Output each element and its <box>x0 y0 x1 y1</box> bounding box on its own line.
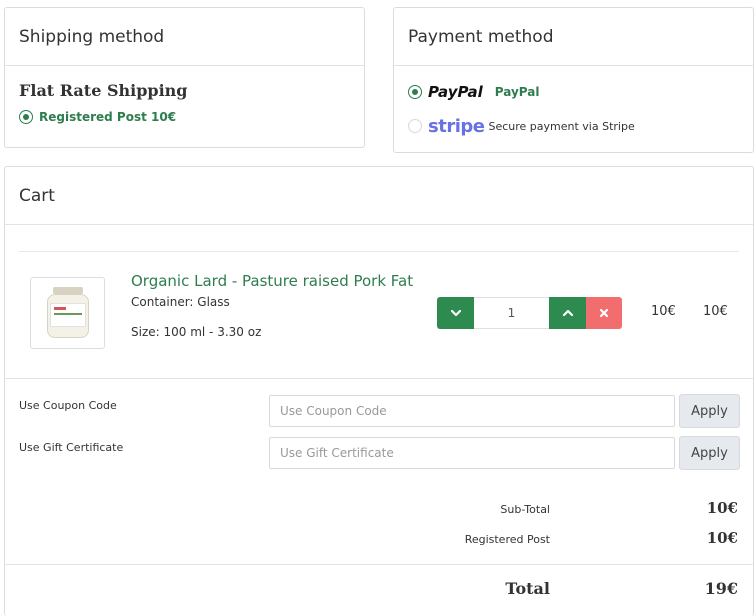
shipping-option-registered-post[interactable]: Registered Post 10€ <box>19 110 350 124</box>
product-size-option: Size: 100 ml - 3.30 oz <box>131 325 262 339</box>
payment-method-panel: Payment method PayPal PayPal stripe Secu… <box>393 7 754 153</box>
product-thumbnail[interactable] <box>30 277 105 349</box>
shipping-method-name: Flat Rate Shipping <box>19 81 188 100</box>
quantity-input[interactable]: 1 <box>474 297 549 329</box>
subtotal-label: Sub-Total <box>500 503 550 516</box>
total-value: 19€ <box>704 579 738 598</box>
coupon-code-label: Use Coupon Code <box>19 399 117 412</box>
increase-quantity-button[interactable] <box>549 297 586 329</box>
gift-certificate-label: Use Gift Certificate <box>19 441 124 454</box>
decrease-quantity-button[interactable] <box>437 297 474 329</box>
chevron-down-icon <box>450 309 461 317</box>
divider <box>5 564 753 565</box>
paypal-label: PayPal <box>494 85 540 99</box>
quantity-stepper: 1 <box>437 297 622 329</box>
chevron-up-icon <box>562 309 573 317</box>
paypal-logo: PayPal <box>428 83 483 101</box>
radio-selected-icon[interactable] <box>19 110 33 124</box>
payment-method-title: Payment method <box>394 8 753 66</box>
divider <box>5 378 753 379</box>
apply-gift-certificate-button[interactable]: Apply <box>679 436 740 470</box>
lard-jar-image <box>45 285 91 341</box>
total-label: Total <box>505 579 550 598</box>
coupon-code-input[interactable]: Use Coupon Code <box>269 395 675 427</box>
close-icon <box>599 308 609 318</box>
line-total-price: 10€ <box>703 304 728 319</box>
gift-certificate-input[interactable]: Use Gift Certificate <box>269 437 675 469</box>
radio-unselected-icon[interactable] <box>408 119 422 133</box>
shipping-option-label: Registered Post 10€ <box>39 110 177 124</box>
stripe-label: Secure payment via Stripe <box>488 119 635 133</box>
cart-title: Cart <box>5 167 753 225</box>
cart-panel: Cart Organic Lard - Pasture raised Pork … <box>4 166 754 616</box>
radio-selected-icon[interactable] <box>408 85 422 99</box>
stripe-logo: stripe <box>428 115 485 137</box>
payment-option-stripe[interactable]: stripe Secure payment via Stripe <box>408 114 739 138</box>
remove-item-button[interactable] <box>586 297 622 329</box>
product-container-option: Container: Glass <box>131 295 230 309</box>
unit-price: 10€ <box>651 304 676 319</box>
payment-option-paypal[interactable]: PayPal PayPal <box>408 80 739 104</box>
subtotal-value: 10€ <box>706 499 738 517</box>
divider <box>19 251 739 252</box>
shipping-method-panel: Shipping method Flat Rate Shipping Regis… <box>4 7 365 148</box>
product-name-link[interactable]: Organic Lard - Pasture raised Pork Fat <box>131 272 413 290</box>
shipping-cost-value: 10€ <box>706 529 738 547</box>
apply-coupon-button[interactable]: Apply <box>679 394 740 428</box>
shipping-cost-label: Registered Post <box>464 533 550 546</box>
shipping-method-title: Shipping method <box>5 8 364 66</box>
